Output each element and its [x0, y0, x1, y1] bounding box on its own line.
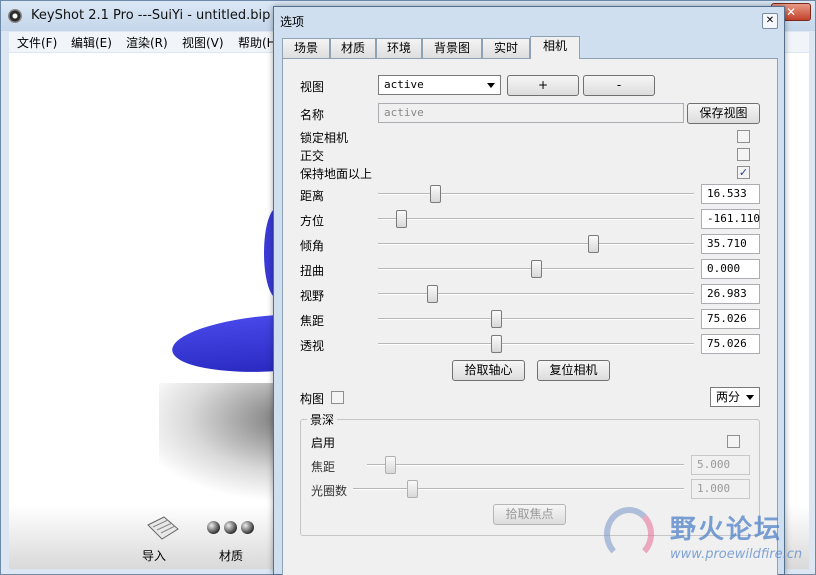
distance-field[interactable]: 16.533: [701, 184, 760, 204]
options-dialog: 选项 ✕ 场景 材质 环境 背景图 实时 相机 视图 active + - 名称…: [273, 6, 785, 575]
save-view-button[interactable]: 保存视图: [687, 103, 760, 124]
menu-view[interactable]: 视图(V): [182, 34, 224, 51]
keep-above-ground-label: 保持地面以上: [300, 167, 373, 181]
pick-focus-button[interactable]: 拾取焦点: [493, 504, 566, 525]
watermark-text: 野火论坛: [670, 515, 783, 545]
camera-panel: 视图 active + - 名称 active 保存视图 锁定相机 正交 保持地…: [282, 58, 778, 575]
reset-camera-button[interactable]: 复位相机: [537, 360, 610, 381]
dialog-title: 选项: [280, 15, 305, 29]
tab-scene[interactable]: 场景: [282, 38, 330, 58]
chevron-down-icon: [746, 395, 754, 400]
perspective-slider[interactable]: [378, 334, 694, 354]
slider-thumb[interactable]: [427, 285, 438, 303]
dof-aperture-label: 光圈数: [311, 484, 348, 498]
tab-camera[interactable]: 相机: [530, 36, 580, 59]
inclination-field[interactable]: 35.710: [701, 234, 760, 254]
composition-label: 构图: [300, 392, 325, 406]
keyshot-logo-icon: [8, 9, 22, 23]
focal-length-label: 焦距: [300, 314, 325, 328]
composition-mode-value: 两分: [716, 390, 741, 404]
field-of-view-field[interactable]: 26.983: [701, 284, 760, 304]
forum-watermark: 野火论坛 www.proewildfire.cn: [600, 505, 810, 570]
slider-thumb[interactable]: [430, 185, 441, 203]
depth-of-field-title: 景深: [307, 411, 338, 428]
dof-enable-checkbox[interactable]: [727, 435, 740, 448]
import-label[interactable]: 导入: [142, 547, 166, 564]
perspective-field[interactable]: 75.026: [701, 334, 760, 354]
view-select-value: active: [384, 78, 424, 91]
menu-edit[interactable]: 编辑(E): [71, 34, 112, 51]
chevron-down-icon: [487, 83, 495, 88]
slider-thumb[interactable]: [531, 260, 542, 278]
keep-above-ground-checkbox[interactable]: ✓: [737, 166, 750, 179]
slider-thumb[interactable]: [491, 310, 502, 328]
dof-aperture-field[interactable]: 1.000: [691, 479, 750, 499]
menu-help[interactable]: 帮助(H: [238, 34, 276, 51]
main-window-title: KeyShot 2.1 Pro ---SuiYi - untitled.bip: [31, 8, 271, 23]
orthographic-checkbox[interactable]: [737, 148, 750, 161]
menu-file[interactable]: 文件(F): [17, 34, 57, 51]
view-label: 视图: [300, 80, 325, 94]
focal-length-slider[interactable]: [378, 309, 694, 329]
twist-field[interactable]: 0.000: [701, 259, 760, 279]
tab-material[interactable]: 材质: [330, 38, 376, 58]
watermark-url: www.proewildfire.cn: [670, 547, 803, 562]
slider-thumb[interactable]: [588, 235, 599, 253]
focal-length-field[interactable]: 75.026: [701, 309, 760, 329]
slider-thumb[interactable]: [407, 480, 418, 498]
dof-focal-field[interactable]: 5.000: [691, 455, 750, 475]
tab-background[interactable]: 背景图: [422, 38, 482, 58]
composition-checkbox[interactable]: [331, 391, 344, 404]
field-of-view-slider[interactable]: [378, 284, 694, 304]
distance-slider[interactable]: [378, 184, 694, 204]
slider-thumb[interactable]: [385, 456, 396, 474]
view-select[interactable]: active: [378, 75, 501, 95]
slider-thumb[interactable]: [491, 335, 502, 353]
composition-mode-select[interactable]: 两分: [710, 387, 760, 407]
dof-enable-label: 启用: [311, 436, 336, 450]
perspective-label: 透视: [300, 339, 325, 353]
material-label[interactable]: 材质: [219, 547, 243, 564]
tab-realtime[interactable]: 实时: [482, 38, 530, 58]
inclination-slider[interactable]: [378, 234, 694, 254]
distance-label: 距离: [300, 189, 325, 203]
slider-thumb[interactable]: [396, 210, 407, 228]
name-label: 名称: [300, 108, 325, 122]
pick-axis-button[interactable]: 拾取轴心: [452, 360, 525, 381]
remove-view-button[interactable]: -: [583, 75, 655, 96]
dof-focal-label: 焦距: [311, 460, 336, 474]
twist-slider[interactable]: [378, 259, 694, 279]
lock-camera-label: 锁定相机: [300, 131, 349, 145]
twist-label: 扭曲: [300, 264, 325, 278]
menu-render[interactable]: 渲染(R): [126, 34, 168, 51]
field-of-view-label: 视野: [300, 289, 325, 303]
material-icon[interactable]: [207, 521, 267, 537]
name-field[interactable]: active: [378, 103, 684, 123]
azimuth-slider[interactable]: [378, 209, 694, 229]
lock-camera-checkbox[interactable]: [737, 130, 750, 143]
import-icon[interactable]: [144, 515, 180, 543]
dialog-close-button[interactable]: ✕: [762, 13, 778, 29]
dof-focal-slider[interactable]: [367, 455, 684, 475]
azimuth-label: 方位: [300, 214, 325, 228]
dof-aperture-slider[interactable]: [353, 479, 684, 499]
orthographic-label: 正交: [300, 149, 325, 163]
inclination-label: 倾角: [300, 239, 325, 253]
watermark-logo-icon: [604, 507, 654, 561]
azimuth-field[interactable]: -161.110: [701, 209, 760, 229]
tab-environment[interactable]: 环境: [376, 38, 422, 58]
add-view-button[interactable]: +: [507, 75, 579, 96]
